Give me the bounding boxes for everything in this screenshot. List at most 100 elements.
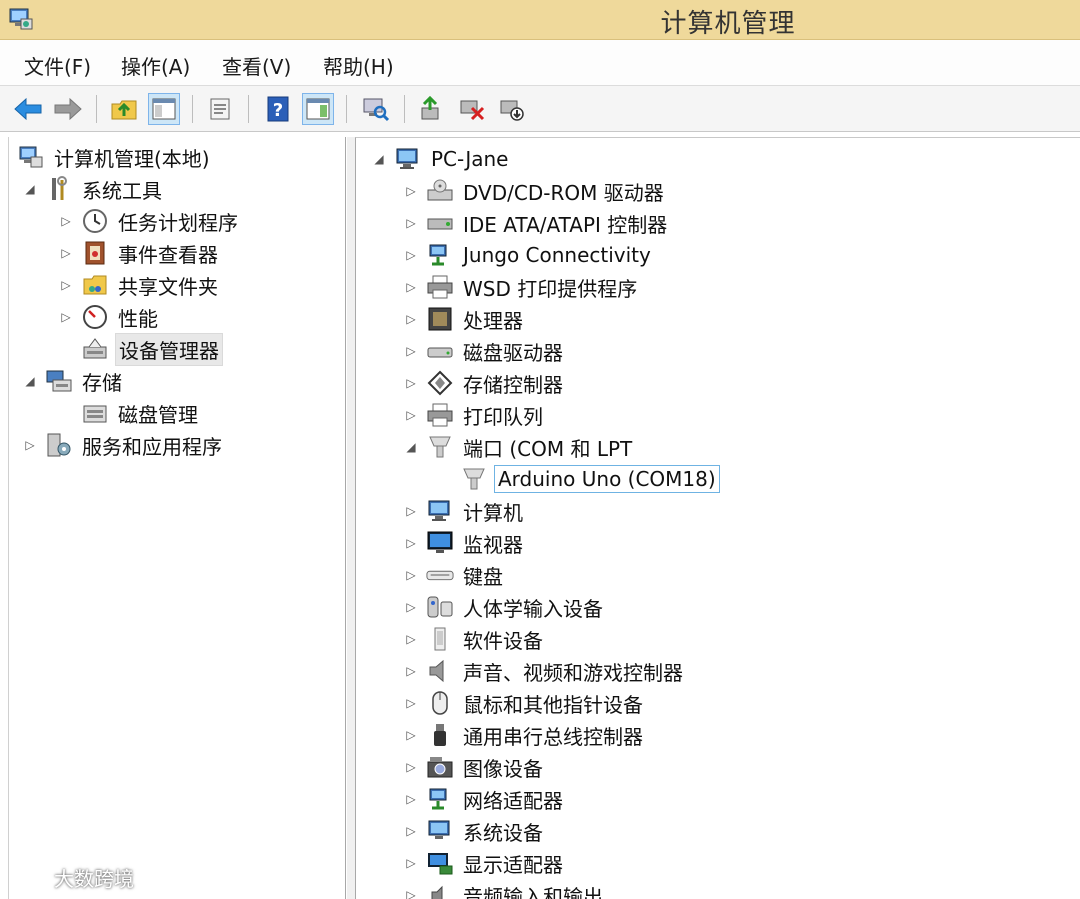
menu-action[interactable]: 操作(A) [118,49,193,82]
port-icon [460,465,488,493]
collapsed-arrow-icon[interactable]: ▷ [404,344,418,358]
tree-node-label: 任务计划程序 [118,210,238,235]
collapsed-arrow-icon[interactable]: ▷ [404,632,418,646]
collapsed-arrow-icon[interactable]: ▷ [59,214,73,228]
expanded-arrow-icon[interactable]: ◢ [23,374,37,388]
device-category-dvd-drive[interactable]: ▷ DVD/CD-ROM 驱动器 [404,175,667,207]
collapsed-arrow-icon[interactable]: ▷ [404,888,418,899]
tree-node-disk-management[interactable]: 磁盘管理 [81,397,201,429]
mouse-icon [426,689,454,717]
tree-node-computer-management-local[interactable]: 计算机管理(本地) [17,141,213,173]
device-category-disk-drive[interactable]: ▷ 磁盘驱动器 [404,335,566,367]
pane-splitter[interactable] [347,137,355,899]
device-category-storage-controller[interactable]: ▷ 存储控制器 [404,367,566,399]
expanded-arrow-icon[interactable]: ◢ [372,152,386,166]
tree-node-label: 性能 [118,306,158,331]
tree-node-storage[interactable]: ◢ 存储 [23,365,125,397]
console-tree-pane[interactable]: 计算机管理(本地) ◢ 系统工具 ▷ 任务计划程序 ▷ 事件查看器 ▷ 共享文件… [8,137,346,899]
device-node-arduino-uno[interactable]: Arduino Uno (COM18) [460,463,720,495]
tools-icon [45,175,73,203]
device-tree-root[interactable]: ◢ PC-Jane [372,143,512,175]
device-category-network-device[interactable]: ▷ Jungo Connectivity [404,239,654,271]
update-driver-icon[interactable] [416,93,448,125]
tree-node-task-scheduler[interactable]: ▷ 任务计划程序 [59,205,241,237]
tree-node-system-tools[interactable]: ◢ 系统工具 [23,173,165,205]
collapsed-arrow-icon[interactable]: ▷ [404,760,418,774]
menu-bar: 文件(F) 操作(A) 查看(V) 帮助(H) [0,40,1080,86]
help-icon[interactable]: ? [262,93,294,125]
collapsed-arrow-icon[interactable]: ▷ [404,248,418,262]
tree-node-label: 事件查看器 [118,242,218,267]
computer-management-icon [17,143,45,171]
device-category-keyboard[interactable]: ▷ 键盘 [404,559,506,591]
svg-text:?: ? [273,100,283,121]
back-arrow-icon[interactable] [12,93,44,125]
device-category-display-adapter[interactable]: ▷ 显示适配器 [404,847,566,879]
device-category-software-device[interactable]: ▷ 软件设备 [404,623,546,655]
expanded-arrow-icon[interactable]: ◢ [404,440,418,454]
device-category-usb[interactable]: ▷ 通用串行总线控制器 [404,719,646,751]
disk-management-icon [81,399,109,427]
show-hide-console-tree-icon[interactable] [148,93,180,125]
device-node-label: 系统设备 [463,820,543,845]
collapsed-arrow-icon[interactable]: ▷ [404,216,418,230]
device-category-system-device[interactable]: ▷ 系统设备 [404,815,546,847]
scan-hardware-changes-icon[interactable] [360,93,392,125]
network-device-icon [426,241,454,269]
up-folder-icon[interactable] [108,93,140,125]
forward-arrow-icon[interactable] [52,93,84,125]
device-category-ide-controller[interactable]: ▷ IDE ATA/ATAPI 控制器 [404,207,670,239]
device-node-label: 音频输入和输出 [463,884,603,899]
tree-node-shared-folders[interactable]: ▷ 共享文件夹 [59,269,221,301]
menu-file[interactable]: 文件(F) [21,49,94,82]
collapsed-arrow-icon[interactable]: ▷ [23,438,37,452]
device-category-printer[interactable]: ▷ WSD 打印提供程序 [404,271,640,303]
uninstall-device-icon[interactable] [456,93,488,125]
device-category-computer[interactable]: ▷ 计算机 [404,495,526,527]
storage-controller-icon [426,369,454,397]
device-category-network-adapter[interactable]: ▷ 网络适配器 [404,783,566,815]
collapsed-arrow-icon[interactable]: ▷ [404,504,418,518]
device-category-port[interactable]: ◢ 端口 (COM 和 LPT [404,431,635,463]
menu-help[interactable]: 帮助(H) [320,49,397,82]
device-category-hid[interactable]: ▷ 人体学输入设备 [404,591,606,623]
collapsed-arrow-icon[interactable]: ▷ [404,696,418,710]
collapsed-arrow-icon[interactable]: ▷ [404,408,418,422]
menu-view[interactable]: 查看(V) [219,49,294,82]
expanded-arrow-icon[interactable]: ◢ [23,182,37,196]
services-icon [45,431,73,459]
device-node-label: 通用串行总线控制器 [463,724,643,749]
tree-node-label: 存储 [82,370,122,395]
collapsed-arrow-icon[interactable]: ▷ [404,280,418,294]
clock-icon [81,207,109,235]
device-category-processor[interactable]: ▷ 处理器 [404,303,526,335]
collapsed-arrow-icon[interactable]: ▷ [404,856,418,870]
collapsed-arrow-icon[interactable]: ▷ [404,376,418,390]
device-category-camera[interactable]: ▷ 图像设备 [404,751,546,783]
collapsed-arrow-icon[interactable]: ▷ [404,312,418,326]
collapsed-arrow-icon[interactable]: ▷ [59,246,73,260]
properties-icon[interactable] [204,93,236,125]
collapsed-arrow-icon[interactable]: ▷ [404,600,418,614]
disable-device-icon[interactable] [496,93,528,125]
collapsed-arrow-icon[interactable]: ▷ [404,536,418,550]
device-category-speaker[interactable]: ▷ 声音、视频和游戏控制器 [404,655,686,687]
collapsed-arrow-icon[interactable]: ▷ [404,824,418,838]
tree-node-services-and-applications[interactable]: ▷ 服务和应用程序 [23,429,225,461]
device-category-monitor[interactable]: ▷ 监视器 [404,527,526,559]
collapsed-arrow-icon[interactable]: ▷ [59,278,73,292]
tree-node-event-viewer[interactable]: ▷ 事件查看器 [59,237,221,269]
collapsed-arrow-icon[interactable]: ▷ [404,792,418,806]
collapsed-arrow-icon[interactable]: ▷ [404,664,418,678]
device-category-printer[interactable]: ▷ 打印队列 [404,399,546,431]
collapsed-arrow-icon[interactable]: ▷ [404,568,418,582]
collapsed-arrow-icon[interactable]: ▷ [404,184,418,198]
device-category-audio[interactable]: ▷ 音频输入和输出 [404,879,606,899]
collapsed-arrow-icon[interactable]: ▷ [404,728,418,742]
tree-node-device-manager[interactable]: 设备管理器 [81,332,223,366]
device-tree-pane[interactable]: ◢ PC-Jane ▷ DVD/CD-ROM 驱动器 ▷ IDE ATA/ATAPI 控制… [355,137,1080,899]
show-hide-action-pane-icon[interactable] [302,93,334,125]
collapsed-arrow-icon[interactable]: ▷ [59,310,73,324]
tree-node-performance[interactable]: ▷ 性能 [59,301,161,333]
device-category-mouse[interactable]: ▷ 鼠标和其他指针设备 [404,687,646,719]
